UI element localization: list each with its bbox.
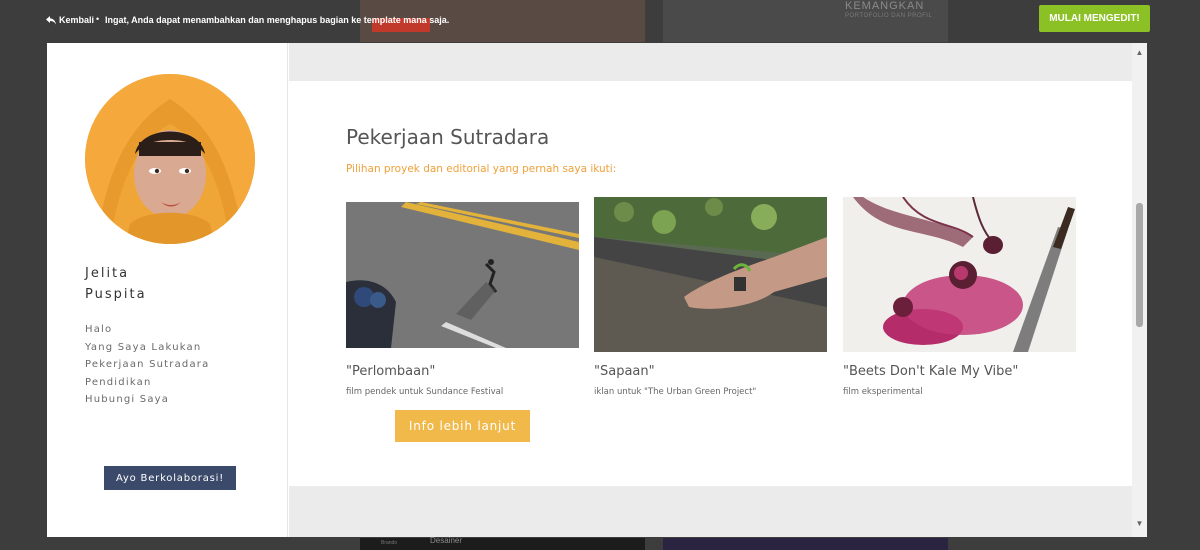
project-image-beets[interactable] xyxy=(843,197,1076,352)
scroll-down-arrow-icon[interactable]: ▼ xyxy=(1135,519,1144,529)
editor-hint: Ingat, Anda dapat menambahkan dan mengha… xyxy=(105,15,450,25)
profile-name: Jelita Puspita xyxy=(85,263,147,305)
background-template-thumbnail xyxy=(360,538,645,550)
section-subtitle: Pilihan proyek dan editorial yang pernah… xyxy=(346,163,617,175)
directing-work-section: Pekerjaan Sutradara Pilihan proyek dan e… xyxy=(289,81,1132,486)
project-title: "Sapaan" xyxy=(594,364,655,379)
section-title: Pekerjaan Sutradara xyxy=(346,125,550,149)
profile-sidebar: Jelita Puspita Halo Yang Saya Lakukan Pe… xyxy=(47,43,288,537)
top-bar: Kembali • Ingat, Anda dapat menambahkan … xyxy=(0,0,1200,40)
project-description: iklan untuk "The Urban Green Project" xyxy=(594,387,757,397)
project-title: "Beets Don't Kale My Vibe" xyxy=(843,364,1019,379)
separator-dot: • xyxy=(96,14,100,24)
background-small-label: Brando xyxy=(381,540,398,546)
nav-item-yang-saya-lakukan[interactable]: Yang Saya Lakukan xyxy=(85,339,209,357)
scroll-up-arrow-icon[interactable]: ▲ xyxy=(1135,48,1144,58)
sidebar-nav: Halo Yang Saya Lakukan Pekerjaan Sutrada… xyxy=(85,321,209,409)
profile-last-name: Puspita xyxy=(85,287,147,302)
start-editing-button[interactable]: MULAI MENGEDIT! xyxy=(1039,5,1150,32)
nav-item-hubungi-saya[interactable]: Hubungi Saya xyxy=(85,391,209,409)
nav-item-pekerjaan-sutradara[interactable]: Pekerjaan Sutradara xyxy=(85,356,209,374)
scrollbar-thumb[interactable] xyxy=(1136,203,1143,327)
background-template-thumbnail xyxy=(663,538,948,550)
back-label: Kembali xyxy=(59,15,95,25)
profile-first-name: Jelita xyxy=(85,266,130,281)
project-thumbnail xyxy=(594,197,827,352)
main-content: Pekerjaan Sutradara Pilihan proyek dan e… xyxy=(289,43,1132,537)
project-title: "Perlombaan" xyxy=(346,364,436,379)
back-link[interactable]: Kembali xyxy=(46,15,94,25)
project-image-runner[interactable] xyxy=(346,202,579,348)
nav-item-pendidikan[interactable]: Pendidikan xyxy=(85,374,209,392)
avatar xyxy=(85,74,255,244)
project-image-hand-soil[interactable] xyxy=(594,197,827,352)
project-description: film eksperimental xyxy=(843,387,923,397)
project-description: film pendek untuk Sundance Festival xyxy=(346,387,504,397)
project-thumbnail xyxy=(843,197,1076,352)
background-label: Desainer xyxy=(430,536,463,545)
template-preview: Jelita Puspita Halo Yang Saya Lakukan Pe… xyxy=(47,43,1147,537)
more-info-button[interactable]: Info lebih lanjut xyxy=(395,410,530,442)
project-thumbnail xyxy=(346,202,579,348)
scrollbar[interactable]: ▲ ▼ xyxy=(1132,43,1147,537)
avatar-portrait xyxy=(85,74,255,244)
collaborate-button[interactable]: Ayo Berkolaborasi! xyxy=(104,466,236,490)
nav-item-halo[interactable]: Halo xyxy=(85,321,209,339)
reply-arrow-icon xyxy=(46,15,56,24)
